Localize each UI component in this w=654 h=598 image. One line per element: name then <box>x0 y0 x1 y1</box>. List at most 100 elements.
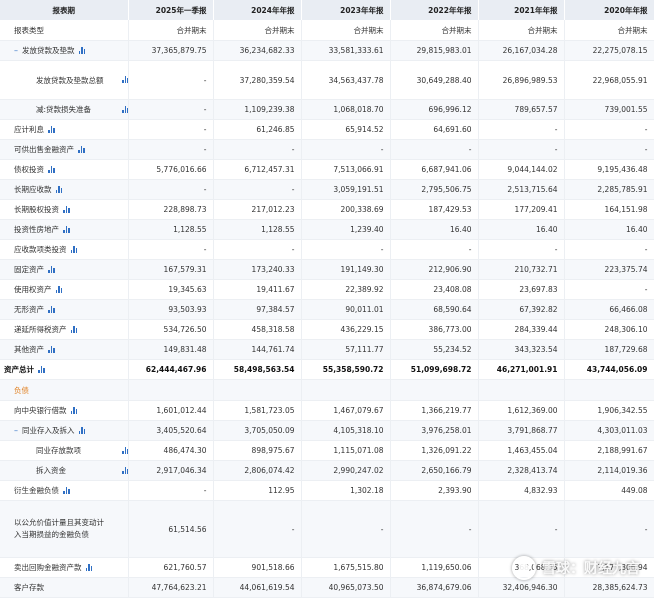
bar-chart-icon[interactable] <box>48 266 56 273</box>
table-row: 衍生金融负债 -112.95 1,302.18 2,393.90 4,832.93 449… <box>0 480 654 501</box>
row-label-cell: 资产总计 <box>0 359 129 380</box>
value-cell: 4,303,011.03 <box>564 420 654 441</box>
row-label: 长期股权投资 <box>14 205 59 214</box>
value-cell: 1,467,079.67 <box>301 400 391 421</box>
value-cell: 19,345.63 <box>128 279 214 300</box>
value-cell: 2,806,074.42 <box>213 460 302 481</box>
bar-chart-icon[interactable] <box>122 446 127 454</box>
value-cell: 4,105,318.10 <box>301 420 391 441</box>
row-label-cell: 递延所得税资产 <box>0 319 129 340</box>
value-cell: 37,280,359.54 <box>213 60 302 100</box>
table-row: 长期股权投资 228,898.73 217,012.23 200,338.69 187,… <box>0 199 654 220</box>
bar-chart-icon[interactable] <box>63 206 71 213</box>
bar-chart-icon[interactable] <box>70 407 79 414</box>
value-cell: 200,338.69 <box>301 199 391 220</box>
value-cell: 898,975.67 <box>213 440 302 461</box>
value-cell: 9,044,144.02 <box>478 159 565 180</box>
value-cell: 1,326,091.22 <box>390 440 479 461</box>
row-label-cell: 无形资产 <box>0 299 129 320</box>
header-period[interactable]: 2023年年报 <box>301 0 391 20</box>
value-cell: 3,059,191.51 <box>301 179 391 200</box>
value-cell: 2,795,506.75 <box>390 179 479 200</box>
value-cell: 23,408.08 <box>390 279 479 300</box>
bar-chart-icon[interactable] <box>55 286 64 293</box>
value-cell: 1,463,455.04 <box>478 440 565 461</box>
value-cell: 90,011.01 <box>301 299 391 320</box>
header-row: 报表期 2025年一季报 2024年年报 2023年年报 2022年年报 202… <box>0 0 654 20</box>
bar-chart-icon[interactable] <box>48 166 56 173</box>
value-cell: 7,513,066.91 <box>301 159 391 180</box>
table-row: 使用权资产 19,345.63 19,411.67 22,389.92 23,408.0… <box>0 279 654 300</box>
value-cell: 2,114,019.36 <box>564 460 654 481</box>
bar-chart-icon[interactable] <box>63 226 71 233</box>
row-label-cell: 长期股权投资 <box>0 199 129 220</box>
bar-chart-icon[interactable] <box>38 366 46 373</box>
bar-chart-icon[interactable] <box>122 466 127 474</box>
collapse-toggle-icon[interactable]: – <box>14 46 18 55</box>
header-period[interactable]: 2024年年报 <box>213 0 302 20</box>
bar-chart-icon[interactable] <box>55 186 64 193</box>
value-cell: - <box>213 239 302 260</box>
bar-chart-icon[interactable] <box>48 346 56 353</box>
row-label: 卖出回购金融资产款 <box>14 563 82 572</box>
row-label-cell: 投资性房地产 <box>0 219 129 240</box>
collapse-toggle-icon[interactable]: – <box>14 426 18 435</box>
header-period[interactable]: 2025年一季报 <box>128 0 214 20</box>
value-cell: 223,375.74 <box>564 259 654 280</box>
table-row: 应计利息 -61,246.85 65,914.52 64,691.60- - <box>0 119 654 140</box>
bar-chart-icon[interactable] <box>122 105 127 113</box>
row-label: 其他资产 <box>14 345 44 354</box>
row-label: 投资性房地产 <box>14 225 59 234</box>
bar-chart-icon[interactable] <box>63 487 71 494</box>
value-cell: - <box>128 119 214 140</box>
value-cell: 62,444,467.96 <box>128 359 214 380</box>
header-period[interactable]: 2021年年报 <box>478 0 565 20</box>
value-cell: 55,234.52 <box>390 339 479 360</box>
value-cell: 191,149.30 <box>301 259 391 280</box>
bar-chart-icon[interactable] <box>70 326 79 333</box>
row-label-cell: – 同业存入及拆入 <box>0 420 129 441</box>
bar-chart-icon[interactable] <box>85 564 94 571</box>
value-cell: - <box>301 239 391 260</box>
row-label: 应计利息 <box>14 125 44 134</box>
row-label: 以公允价值计量且其变动计入当期损益的金融负债 <box>14 518 104 539</box>
value-cell: 57,111.77 <box>301 339 391 360</box>
table-row: 债权投资 5,776,016.66 6,712,457.31 7,513,066.91… <box>0 159 654 180</box>
value-cell: 1,068,018.70 <box>301 99 391 120</box>
row-label-cell: 应收款项类投资 <box>0 239 129 260</box>
report-type-value: 合并期末 <box>128 20 214 41</box>
bar-chart-icon[interactable] <box>78 47 87 54</box>
value-cell: 3,976,258.01 <box>390 420 479 441</box>
bar-chart-icon[interactable] <box>70 246 79 253</box>
value-cell: 22,275,078.15 <box>564 40 654 61</box>
bar-chart-icon[interactable] <box>48 306 56 313</box>
bar-chart-icon[interactable] <box>48 126 56 133</box>
table-row: 客户存款 47,764,623.21 44,061,619.54 40,965,073… <box>0 577 654 598</box>
report-type-value: 合并期末 <box>301 20 391 41</box>
header-period[interactable]: 2022年年报 <box>390 0 479 20</box>
header-period[interactable]: 2020年年报 <box>564 0 654 20</box>
value-cell <box>478 379 565 401</box>
value-cell: 901,518.66 <box>213 557 302 578</box>
table-row: 应收款项类投资 - - - - - - <box>0 239 654 260</box>
bar-chart-icon[interactable] <box>78 427 87 434</box>
value-cell <box>213 379 302 401</box>
financial-table: 报表期 2025年一季报 2024年年报 2023年年报 2022年年报 202… <box>0 0 654 598</box>
value-cell: 2,393.90 <box>390 480 479 501</box>
value-cell: 67,392.82 <box>478 299 565 320</box>
value-cell: 1,601,012.44 <box>128 400 214 421</box>
value-cell: 32,406,946.30 <box>478 577 565 598</box>
value-cell: 1,302.18 <box>301 480 391 501</box>
value-cell: 167,579.31 <box>128 259 214 280</box>
value-cell: 739,001.55 <box>564 99 654 120</box>
value-cell: 61,246.85 <box>213 119 302 140</box>
bar-chart-icon[interactable] <box>122 76 127 83</box>
report-type-value: 合并期末 <box>390 20 479 41</box>
value-cell: 44,061,619.54 <box>213 577 302 598</box>
row-label-cell: 以公允价值计量且其变动计入当期损益的金融负债 <box>0 500 129 558</box>
value-cell: 164,151.98 <box>564 199 654 220</box>
value-cell: 19,411.67 <box>213 279 302 300</box>
bar-chart-icon[interactable] <box>78 146 86 153</box>
value-cell: - <box>213 139 302 160</box>
row-label: 可供出售金融资产 <box>14 145 74 154</box>
